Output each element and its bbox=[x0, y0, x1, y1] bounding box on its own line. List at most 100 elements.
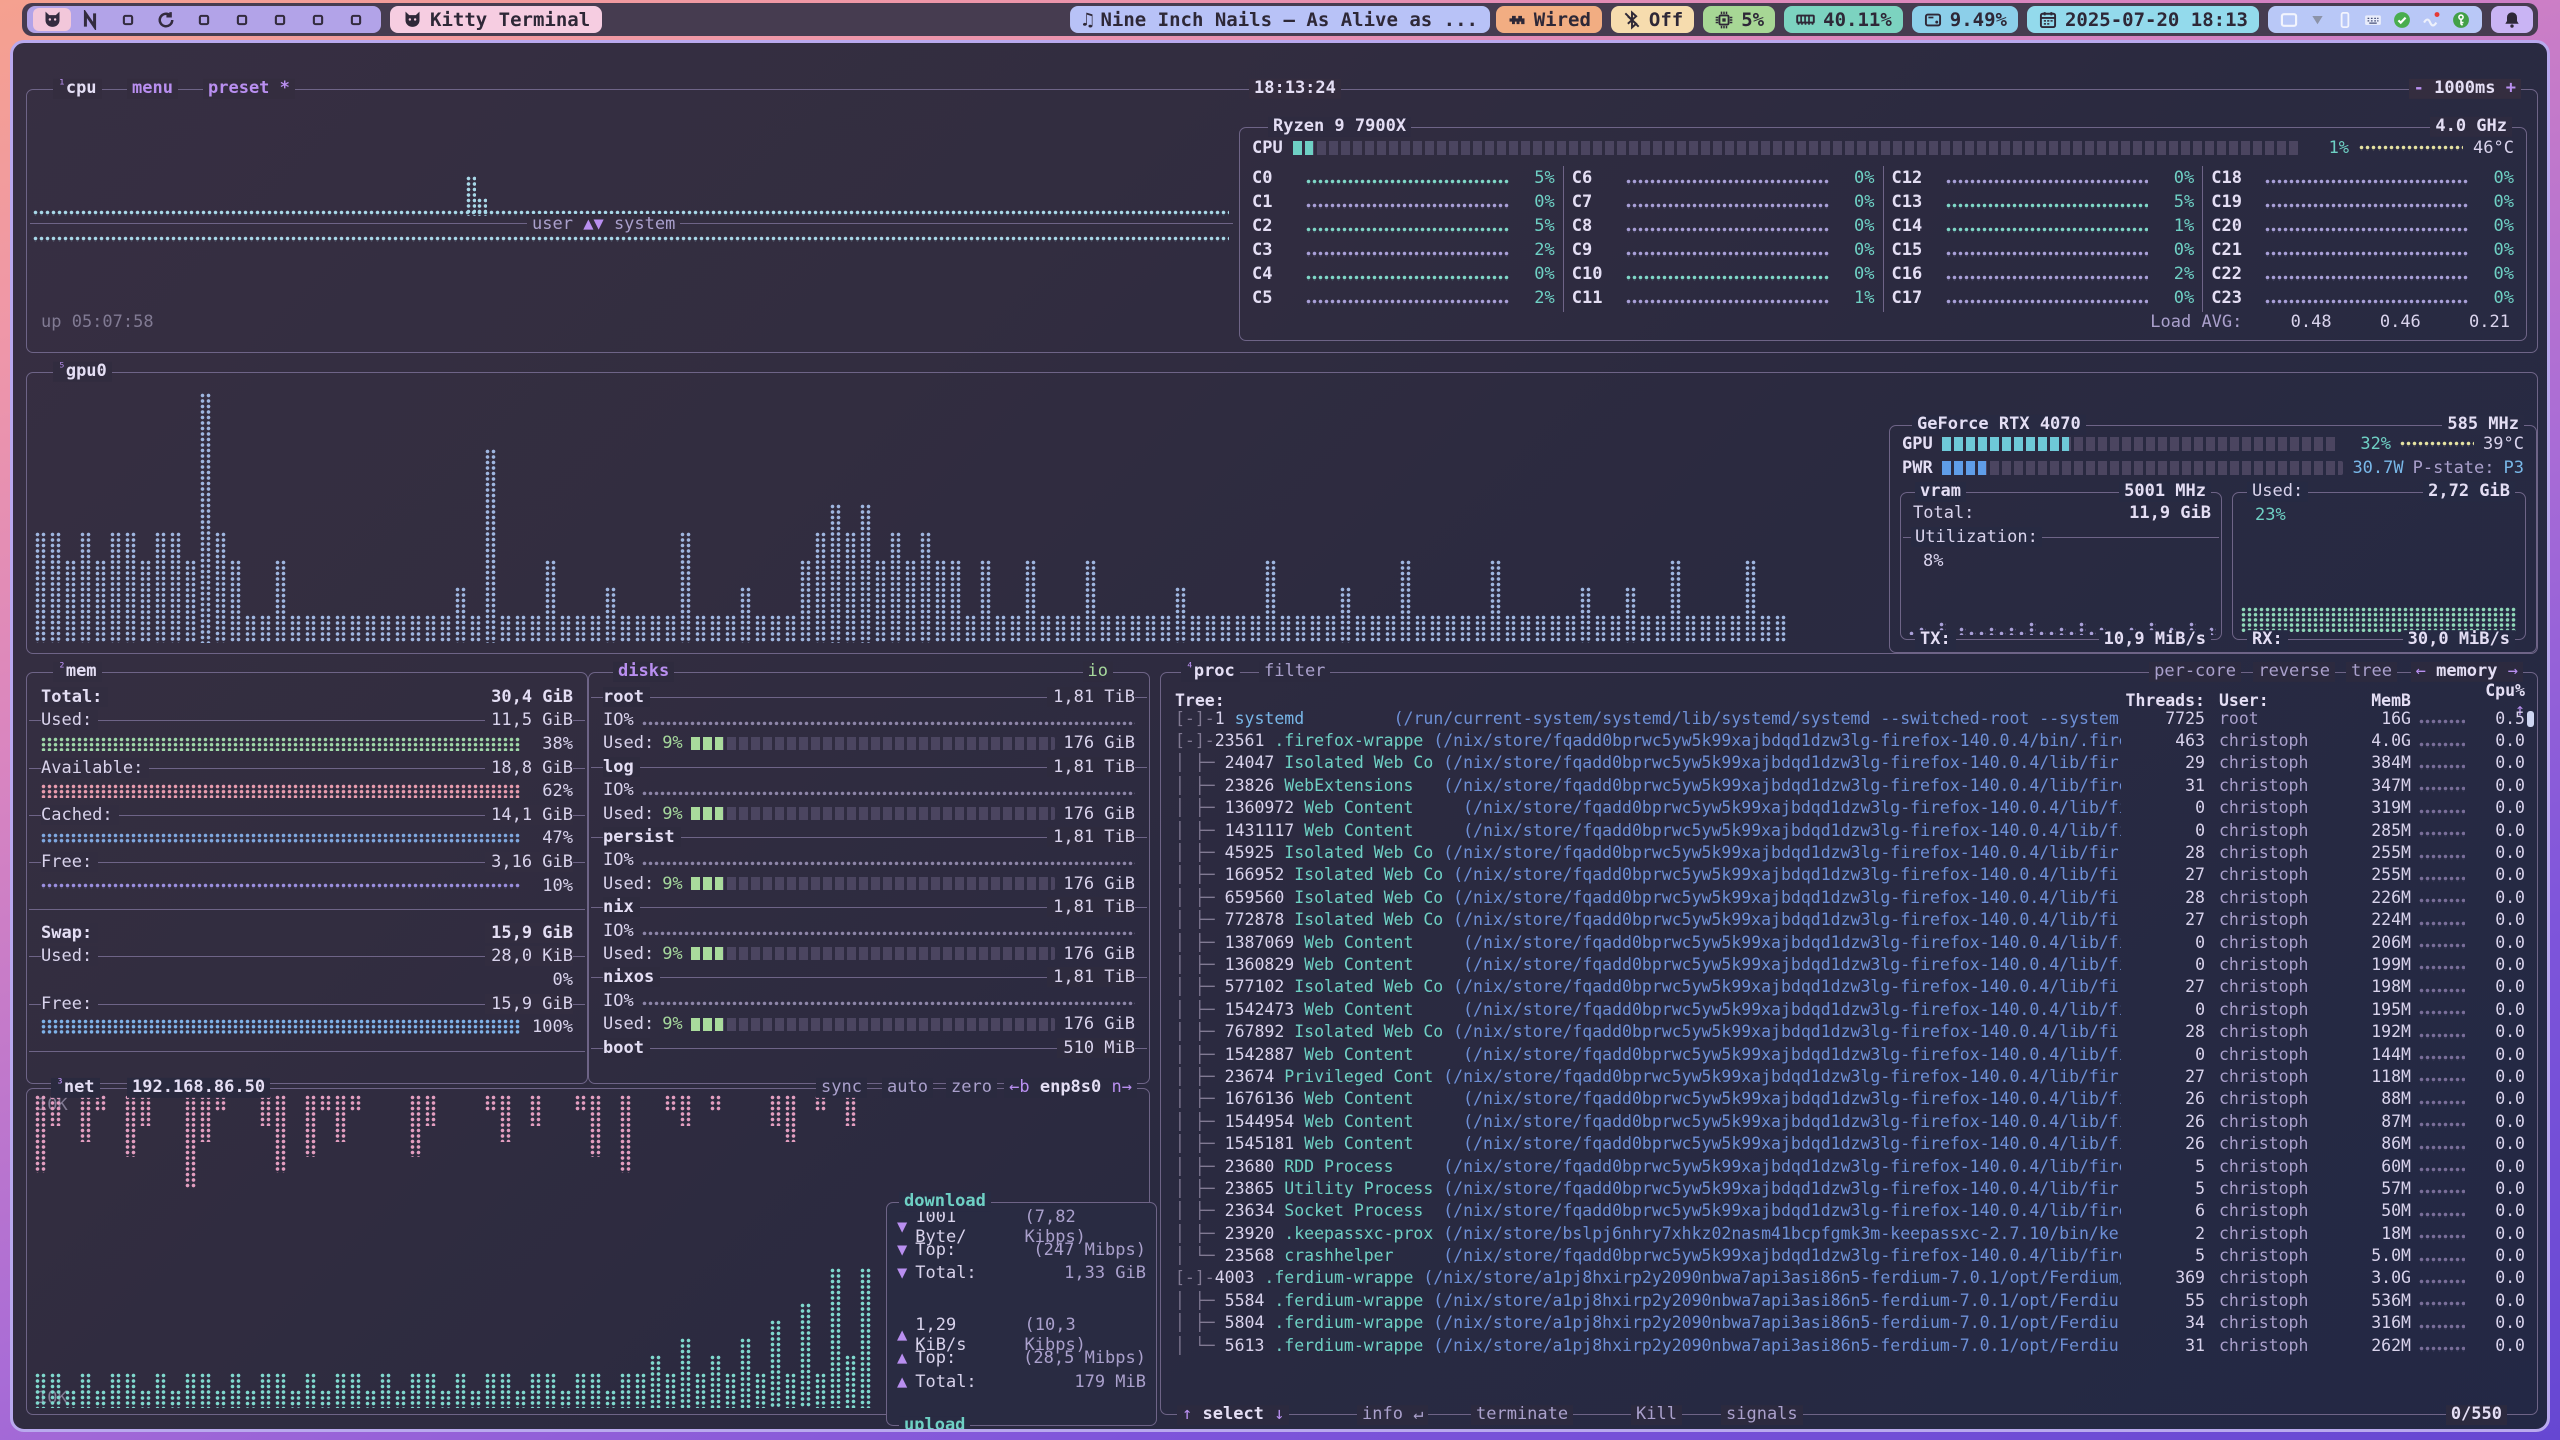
sync-button[interactable]: sync bbox=[816, 1078, 867, 1098]
process-row[interactable]: │ ├─ 23634 Socket Process (/nix/store/fq… bbox=[1163, 1200, 2535, 1222]
per-core-toggle[interactable]: per-core bbox=[2149, 662, 2241, 682]
update-interval[interactable]: - 1000ms + bbox=[2409, 79, 2521, 99]
proc-scrollbar-thumb[interactable] bbox=[2527, 711, 2534, 727]
sort-column-switcher[interactable]: ← memory → bbox=[2411, 662, 2523, 682]
process-row[interactable]: [-]-4003 .ferdium-wrappe (/nix/store/a1p… bbox=[1163, 1267, 2535, 1289]
bluetooth-module[interactable]: Off bbox=[1611, 6, 1694, 33]
tray-phone-icon[interactable] bbox=[2336, 11, 2354, 29]
clock-module[interactable]: 2025-07-20 18:13 bbox=[2027, 6, 2259, 33]
process-row[interactable]: │ ├─ 23920 .keepassxc-prox (/nix/store/b… bbox=[1163, 1222, 2535, 1244]
tree-toggle[interactable]: tree bbox=[2346, 662, 2397, 682]
auto-button[interactable]: auto bbox=[882, 1078, 933, 1098]
process-row[interactable]: │ ├─ 23826 WebExtensions (/nix/store/fqa… bbox=[1163, 774, 2535, 796]
process-row[interactable]: │ ├─ 23680 RDD Process (/nix/store/fqadd… bbox=[1163, 1155, 2535, 1177]
disks-panel-title[interactable]: disks bbox=[618, 661, 669, 681]
process-row[interactable]: │ ├─ 1431117 Web Content (/nix/store/fqa… bbox=[1163, 819, 2535, 841]
network-module[interactable]: Wired bbox=[1496, 6, 1602, 33]
select-control[interactable]: ↑ select ↓ bbox=[1177, 1406, 1289, 1426]
tree-prefix: │ ├─ bbox=[1175, 1022, 1225, 1041]
process-row[interactable]: │ ├─ 1545181 Web Content (/nix/store/fqa… bbox=[1163, 1132, 2535, 1154]
process-row[interactable]: │ ├─ 1544954 Web Content (/nix/store/fqa… bbox=[1163, 1110, 2535, 1132]
cpu-module[interactable]: 5% bbox=[1703, 6, 1775, 33]
process-row[interactable]: │ ├─ 1387069 Web Content (/nix/store/fqa… bbox=[1163, 931, 2535, 953]
process-row[interactable]: │ ├─ 1542473 Web Content (/nix/store/fqa… bbox=[1163, 998, 2535, 1020]
process-cpu-graph bbox=[2419, 764, 2465, 770]
tray-check-circle-icon[interactable] bbox=[2392, 10, 2412, 30]
music-pill[interactable]: ♫ Nine Inch Nails – As Alive as ... bbox=[1070, 6, 1490, 33]
graph-column bbox=[350, 1095, 362, 1111]
process-row[interactable]: [-]-23561 .firefox-wrappe (/nix/store/fq… bbox=[1163, 729, 2535, 751]
graph-column bbox=[290, 1390, 302, 1408]
process-row[interactable]: │ ├─ 1360972 Web Content (/nix/store/fqa… bbox=[1163, 797, 2535, 819]
graph-column bbox=[1130, 615, 1142, 643]
window-title-pill[interactable]: Kitty Terminal bbox=[390, 6, 602, 33]
tray-window-icon[interactable] bbox=[2279, 10, 2299, 30]
terminate-button[interactable]: terminate bbox=[1471, 1406, 1573, 1426]
tray-triangle-down-icon[interactable] bbox=[2308, 10, 2327, 29]
workspace-2[interactable] bbox=[71, 8, 109, 31]
graph-column bbox=[935, 560, 947, 643]
kill-button[interactable]: Kill bbox=[1631, 1406, 1682, 1426]
signals-button[interactable]: signals bbox=[1721, 1406, 1803, 1426]
workspace-8[interactable] bbox=[299, 8, 337, 31]
core-percent: 5% bbox=[2156, 192, 2194, 212]
process-row[interactable]: │ ├─ 45925 Isolated Web Co (/nix/store/f… bbox=[1163, 841, 2535, 863]
workspace-7[interactable] bbox=[261, 8, 299, 31]
disk-module[interactable]: 9.49% bbox=[1912, 6, 2018, 33]
process-row[interactable]: │ ├─ 5584 .ferdium-wrappe (/nix/store/a1… bbox=[1163, 1289, 2535, 1311]
tree-prefix: │ ├─ bbox=[1175, 798, 1225, 817]
graph-column bbox=[2009, 627, 2016, 635]
process-threads: 0 bbox=[2121, 798, 2205, 817]
workspace-3[interactable] bbox=[109, 8, 147, 31]
core-percent: 1% bbox=[2156, 216, 2194, 236]
process-row[interactable]: │ ├─ 1360829 Web Content (/nix/store/fqa… bbox=[1163, 953, 2535, 975]
process-row[interactable]: [-]-1 systemd (/run/current-system/syste… bbox=[1163, 707, 2535, 729]
process-user: christoph bbox=[2205, 1112, 2333, 1131]
workspace-6[interactable] bbox=[223, 8, 261, 31]
reverse-toggle[interactable]: reverse bbox=[2253, 662, 2335, 682]
zero-button[interactable]: zero bbox=[946, 1078, 997, 1098]
process-row[interactable]: │ ├─ 1676136 Web Content (/nix/store/fqa… bbox=[1163, 1088, 2535, 1110]
process-user: christoph bbox=[2205, 910, 2333, 929]
core-percent: 2% bbox=[1517, 288, 1555, 308]
menu-button[interactable]: menu bbox=[127, 79, 178, 99]
graph-column bbox=[140, 560, 152, 643]
notifications-bell[interactable] bbox=[2491, 6, 2533, 33]
upload-arrow-icon: ▲ bbox=[897, 1325, 907, 1345]
gpu-usage-graph bbox=[35, 383, 1880, 643]
tray-keyboard-icon[interactable] bbox=[2363, 10, 2383, 30]
process-row[interactable]: │ ├─ 24047 Isolated Web Co (/nix/store/f… bbox=[1163, 752, 2535, 774]
process-row[interactable]: │ ├─ 772878 Isolated Web Co (/nix/store/… bbox=[1163, 909, 2535, 931]
tray-key-icon[interactable] bbox=[2451, 10, 2471, 30]
tray-wave-dot-icon[interactable] bbox=[2421, 9, 2442, 30]
process-row[interactable]: │ ├─ 23865 Utility Process (/nix/store/f… bbox=[1163, 1177, 2535, 1199]
process-name: Web Content bbox=[1304, 1045, 1463, 1064]
process-tree-cell: │ ├─ 577102 Isolated Web Co (/nix/store/… bbox=[1175, 977, 2121, 996]
process-row[interactable]: │ └─ 5613 .ferdium-wrappe (/nix/store/a1… bbox=[1163, 1334, 2535, 1356]
process-row[interactable]: │ ├─ 577102 Isolated Web Co (/nix/store/… bbox=[1163, 976, 2535, 998]
info-button[interactable]: info ↵ bbox=[1357, 1406, 1428, 1426]
workspace-9[interactable] bbox=[337, 8, 375, 31]
selection-count: 0/550 bbox=[2451, 1405, 2502, 1425]
process-pid: 45925 bbox=[1225, 843, 1285, 862]
workspace-1[interactable] bbox=[33, 8, 71, 31]
interface-switcher[interactable]: ←b enp8s0 n→ bbox=[1004, 1078, 1137, 1098]
workspace-5[interactable] bbox=[185, 8, 223, 31]
process-row[interactable]: │ ├─ 166952 Isolated Web Co (/nix/store/… bbox=[1163, 864, 2535, 886]
process-cpu: 0.0 bbox=[2467, 1268, 2525, 1287]
filter-button[interactable]: filter bbox=[1259, 662, 1330, 682]
process-row[interactable]: │ └─ 23568 crashhelper (/nix/store/fqadd… bbox=[1163, 1244, 2535, 1266]
process-row[interactable]: │ ├─ 1542887 Web Content (/nix/store/fqa… bbox=[1163, 1043, 2535, 1065]
workspace-4[interactable] bbox=[147, 8, 185, 31]
process-row[interactable]: │ ├─ 659560 Isolated Web Co (/nix/store/… bbox=[1163, 886, 2535, 908]
process-row[interactable]: │ ├─ 767892 Isolated Web Co (/nix/store/… bbox=[1163, 1020, 2535, 1042]
process-row[interactable]: │ ├─ 23674 Privileged Cont (/nix/store/f… bbox=[1163, 1065, 2535, 1087]
io-mode-button[interactable]: io bbox=[1088, 661, 1108, 681]
process-threads: 5 bbox=[2121, 1179, 2205, 1198]
process-row[interactable]: │ ├─ 5804 .ferdium-wrappe (/nix/store/a1… bbox=[1163, 1312, 2535, 1334]
process-user: christoph bbox=[2205, 865, 2333, 884]
tree-prefix: │ ├─ bbox=[1175, 1201, 1225, 1220]
process-cpu-graph bbox=[2419, 1033, 2465, 1039]
memory-module[interactable]: 40.11% bbox=[1784, 6, 1903, 33]
preset-button[interactable]: preset * bbox=[203, 79, 295, 99]
